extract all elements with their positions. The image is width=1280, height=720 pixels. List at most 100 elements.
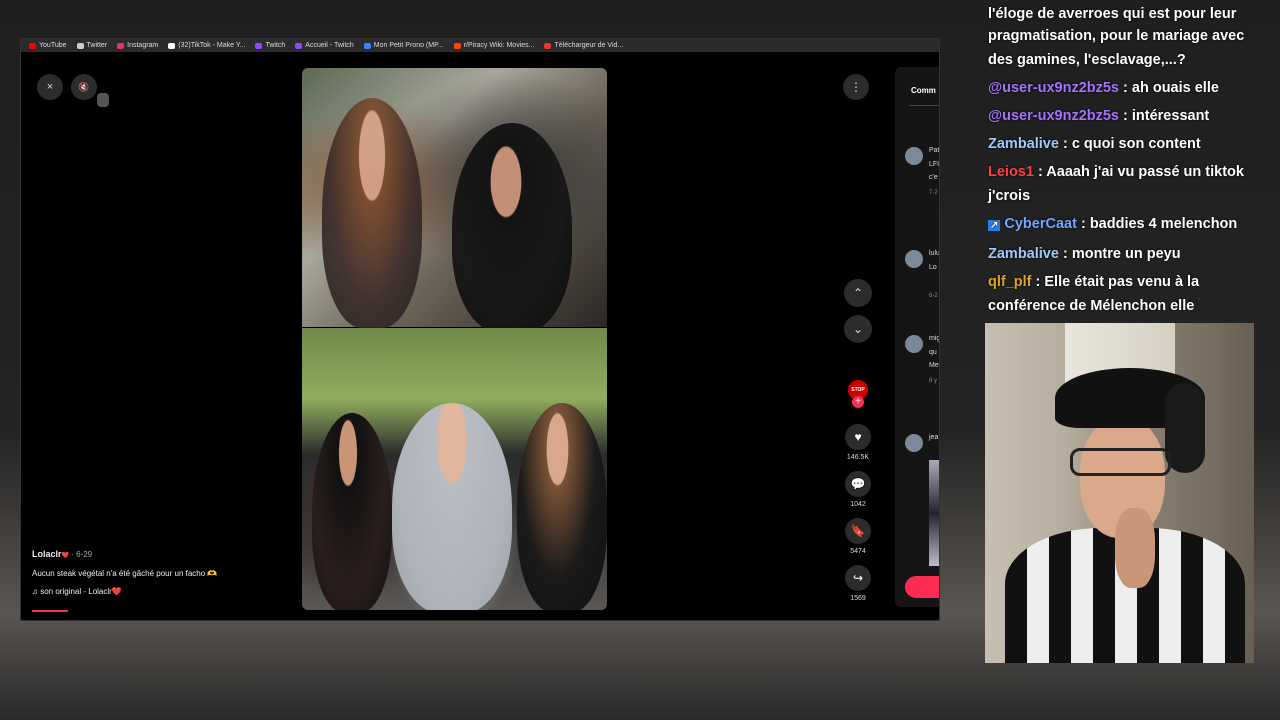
comment-name: lulu <box>929 250 940 257</box>
heart-emoji: ❤️ <box>61 553 69 559</box>
bookmark-label: Instagram <box>127 42 159 49</box>
chat-text: montre un peyu <box>1071 246 1181 262</box>
comment-date: 7-2 <box>929 190 938 196</box>
like-icon: ♥ <box>845 424 871 450</box>
bookmark-label: Accueil - Twitch <box>305 42 354 49</box>
chat-message: pragmatisation, pour le mariage avec des… <box>986 22 1276 74</box>
commenter-avatar[interactable] <box>905 335 923 353</box>
comment-date: 6-2 <box>929 293 938 299</box>
comments-panel: Comm Pat LFI c'e 7-2 lulu Lo 6-2 mig qu Me 8 y jea <box>895 67 940 607</box>
bookmark-item[interactable]: Twitch <box>255 42 285 49</box>
comment-item[interactable]: mig qu Me 8 y <box>905 335 940 384</box>
previous-video-button[interactable]: ⌃ <box>844 279 872 307</box>
like-count: 146.5K <box>846 454 870 461</box>
bookmark-item[interactable]: YouTube <box>29 42 67 49</box>
post-date: · 6-29 <box>71 550 93 559</box>
comment-date: 8 y <box>929 378 938 384</box>
comment-image-thumbnail[interactable] <box>929 460 939 566</box>
chat-message: Leios1 : Aaaah j'ai vu passé un tiktok j… <box>988 164 1244 204</box>
close-button[interactable]: × <box>37 74 63 100</box>
chevron-down-icon: ⌄ <box>852 322 864 336</box>
bookmark-label: YouTube <box>39 42 67 49</box>
bookmark-label: (32)TikTok - Make Y... <box>178 42 246 49</box>
comment-name: mig <box>929 335 940 342</box>
comment-item[interactable]: lulu Lo 6-2 <box>905 250 940 299</box>
chat-username[interactable]: Zambalive <box>988 246 1059 262</box>
chat-overlay: pragmatisation, pour le mariage avec des… <box>986 22 1276 320</box>
comment-count: 1042 <box>850 501 866 508</box>
follow-button[interactable]: + <box>852 396 864 408</box>
save-button[interactable]: 🔖 5474 <box>844 518 872 555</box>
chat-username[interactable]: Zambalive <box>988 136 1059 152</box>
bookmark-label: Twitch <box>265 42 286 49</box>
bookmark-item[interactable]: Mon Petit Prono (MP... <box>363 42 444 49</box>
save-count: 5474 <box>850 548 866 555</box>
comment-icon: 💬 <box>845 471 871 497</box>
comment-button[interactable]: 💬 1042 <box>844 471 872 508</box>
bookmark-label: Téléchargeur de Vid... <box>554 42 624 49</box>
share-button[interactable]: ↪ 1569 <box>844 565 872 602</box>
bookmark-label: Twitter <box>86 42 108 49</box>
bookmark-item[interactable]: r/Piracy Wiki: Movies... <box>453 42 535 49</box>
save-icon: 🔖 <box>845 518 871 544</box>
video-frame-bottom <box>302 328 607 610</box>
video-progress-bar[interactable] <box>32 610 68 612</box>
comment-item[interactable]: Pat LFI c'e 7-2 <box>905 147 940 196</box>
volume-mute-icon: 🔇 <box>78 81 90 92</box>
chat-text: ah ouais elle <box>1131 80 1219 96</box>
chat-username[interactable]: @user-ux9nz2bz5s <box>988 108 1119 124</box>
chat-message: ↗ CyberCaat : baddies 4 melenchon <box>988 216 1238 232</box>
video-player[interactable] <box>302 68 607 610</box>
chat-username[interactable]: CyberCaat <box>1004 216 1077 232</box>
caption-text: Aucun steak végétal n'a été gâché pour u… <box>32 569 218 578</box>
chat-text: intéressant <box>1131 108 1210 124</box>
bookmark-item[interactable]: Twitter <box>76 42 108 49</box>
bookmarks-bar: YouTube Twitter Instagram (32)TikTok - Make… <box>21 39 939 52</box>
commenter-avatar[interactable] <box>905 434 923 452</box>
chat-message: Zambalive : montre un peyu <box>988 246 1181 262</box>
commenter-avatar[interactable] <box>905 250 923 268</box>
more-icon: ⋮ <box>850 80 862 94</box>
like-button[interactable]: ♥ 146.5K <box>844 424 872 461</box>
chat-message: @user-ux9nz2bz5s : ah ouais elle <box>988 80 1219 96</box>
comment-name: jea <box>929 434 939 441</box>
music-note-icon: ♫ <box>32 587 38 596</box>
video-frame-top <box>302 68 607 333</box>
mute-button[interactable]: 🔇 <box>71 74 97 100</box>
chat-username[interactable]: @user-ux9nz2bz5s <box>988 80 1119 96</box>
comment-line2: c'e <box>929 174 938 181</box>
bookmark-icon <box>117 42 125 49</box>
chevron-up-icon: ⌃ <box>852 286 864 300</box>
browser-window: YouTube Twitter Instagram (32)TikTok - Make… <box>20 38 940 621</box>
chat-text: baddies 4 melenchon <box>1089 216 1238 232</box>
chat-badge-icon: ↗ <box>988 220 1001 231</box>
bookmark-icon <box>544 42 552 49</box>
chat-text: c quoi son content <box>1071 136 1201 152</box>
comment-name: Pat <box>929 147 940 154</box>
more-options-button[interactable]: ⋮ <box>843 74 869 100</box>
volume-slider[interactable] <box>97 93 109 107</box>
tab-comments[interactable]: Comm <box>911 86 936 95</box>
post-comment-button[interactable] <box>905 576 939 598</box>
comment-line1: LFI <box>929 161 940 168</box>
bookmark-item[interactable]: Instagram <box>117 42 158 49</box>
chat-message: Zambalive : c quoi son content <box>988 136 1201 152</box>
bookmark-item[interactable]: Accueil - Twitch <box>295 42 354 49</box>
bookmark-item[interactable]: (32)TikTok - Make Y... <box>168 42 245 49</box>
comment-item[interactable]: jea <box>905 434 939 457</box>
close-icon: × <box>46 81 54 93</box>
chat-message: @user-ux9nz2bz5s : intéressant <box>988 108 1210 124</box>
next-video-button[interactable]: ⌄ <box>844 315 872 343</box>
chat-username[interactable]: Leios1 <box>988 164 1034 180</box>
bookmark-item[interactable]: Téléchargeur de Vid... <box>544 42 623 49</box>
share-count: 1569 <box>850 595 866 602</box>
bookmark-icon <box>255 42 263 49</box>
bookmark-icon <box>76 42 84 49</box>
commenter-avatar[interactable] <box>905 147 923 165</box>
creator-username[interactable]: Lolaclr <box>32 549 62 559</box>
chat-message: qlf_plf : Elle était pas venu à la confé… <box>988 274 1200 314</box>
bookmark-icon <box>295 42 303 49</box>
sound-link[interactable]: son original - Lolaclr❤️ <box>40 587 122 596</box>
chat-username[interactable]: qlf_plf <box>988 274 1032 290</box>
bookmark-label: r/Piracy Wiki: Movies... <box>463 42 535 49</box>
